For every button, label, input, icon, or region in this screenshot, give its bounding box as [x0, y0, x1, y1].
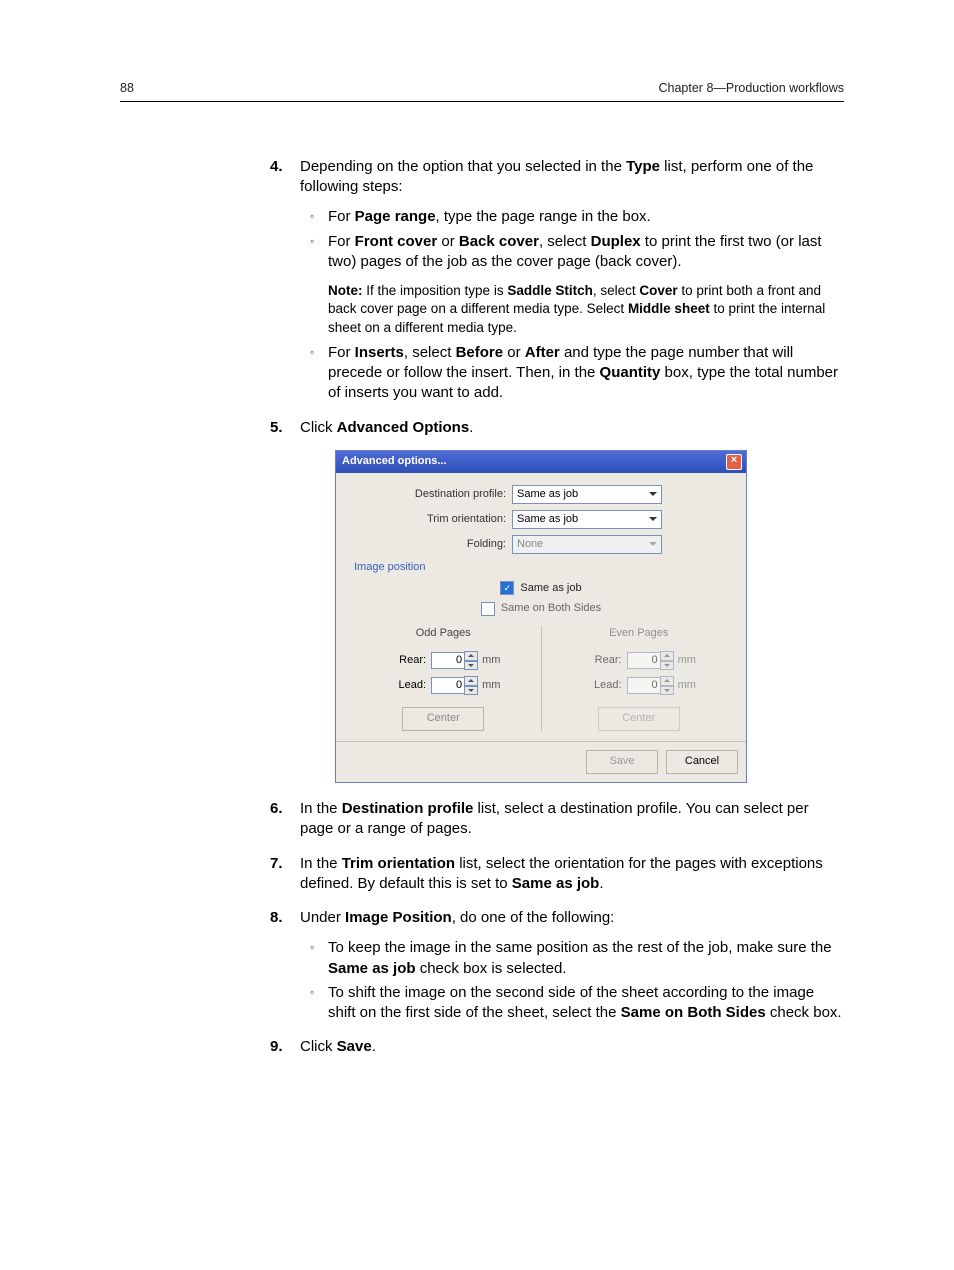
image-position-section: Image position [354, 560, 736, 575]
document-page: 88 Chapter 8—Production workflows 4. Dep… [0, 0, 954, 1270]
step-number: 6. [270, 799, 283, 819]
destination-profile-select[interactable]: Same as job [512, 485, 662, 504]
chevron-down-icon [649, 492, 657, 496]
lead-label: Lead: [386, 678, 426, 693]
rear-label: Rear: [582, 653, 622, 668]
step-6: 6. In the Destination profile list, sele… [300, 799, 844, 840]
even-rear-input: 0 [627, 652, 661, 669]
spinner-buttons [660, 651, 674, 670]
even-pages-column: Even Pages Rear: 0 mm Lead: 0 [542, 626, 737, 731]
page-header: 88 Chapter 8—Production workflows [120, 80, 844, 102]
save-button: Save [586, 750, 658, 774]
chevron-down-icon [649, 517, 657, 521]
folding-select: None [512, 535, 662, 554]
step-text: Depending on the option that you selecte… [300, 158, 813, 195]
step-7: 7. In the Trim orientation list, select … [300, 854, 844, 895]
page-number: 88 [120, 80, 134, 97]
step4-bullet-cover: For Front cover or Back cover, select Du… [328, 232, 844, 337]
spinner-buttons [660, 676, 674, 695]
step4-bullet-inserts: For Inserts, select Before or After and … [328, 343, 844, 404]
chevron-down-icon [649, 542, 657, 546]
even-center-button: Center [598, 707, 680, 731]
step-4: 4. Depending on the option that you sele… [300, 157, 844, 404]
odd-rear-input[interactable]: 0 [431, 652, 465, 669]
spinner-buttons[interactable] [464, 651, 478, 670]
step-number: 4. [270, 157, 283, 177]
step-number: 7. [270, 854, 283, 874]
lead-label: Lead: [582, 678, 622, 693]
odd-lead-input[interactable]: 0 [431, 677, 465, 694]
step8-bullet-same-as-job: To keep the image in the same position a… [328, 938, 844, 979]
close-icon[interactable]: × [726, 454, 742, 470]
odd-center-button: Center [402, 707, 484, 731]
step8-bullet-both-sides: To shift the image on the second side of… [328, 983, 844, 1024]
even-lead-input: 0 [627, 677, 661, 694]
step-5: 5. Click Advanced Options. Advanced opti… [300, 418, 844, 784]
spinner-buttons[interactable] [464, 676, 478, 695]
advanced-options-dialog: Advanced options... × Destination profil… [335, 450, 747, 783]
same-as-job-checkbox-row[interactable]: ✓ Same as job [346, 581, 736, 596]
step-8: 8. Under Image Position, do one of the f… [300, 908, 844, 1023]
checkbox-icon [481, 602, 495, 616]
dialog-title: Advanced options... [342, 454, 447, 469]
step-9: 9. Click Save. [300, 1037, 844, 1057]
same-both-sides-checkbox-row: Same on Both Sides [346, 601, 736, 616]
trim-orientation-select[interactable]: Same as job [512, 510, 662, 529]
destination-profile-label: Destination profile: [346, 487, 512, 502]
rear-label: Rear: [386, 653, 426, 668]
chapter-title: Chapter 8—Production workflows [659, 80, 845, 97]
odd-pages-heading: Odd Pages [416, 626, 471, 641]
checkbox-checked-icon[interactable]: ✓ [500, 581, 514, 595]
folding-label: Folding: [346, 537, 512, 552]
step4-note: Note: If the imposition type is Saddle S… [328, 282, 844, 337]
step-number: 8. [270, 908, 283, 928]
trim-orientation-label: Trim orientation: [346, 512, 512, 527]
dialog-titlebar[interactable]: Advanced options... × [336, 450, 746, 473]
step4-bullet-page-range: For Page range, type the page range in t… [328, 207, 844, 227]
step-number: 9. [270, 1037, 283, 1057]
odd-pages-column: Odd Pages Rear: 0 mm Lead: 0 [346, 626, 542, 731]
step-number: 5. [270, 418, 283, 438]
even-pages-heading: Even Pages [609, 626, 668, 641]
cancel-button[interactable]: Cancel [666, 750, 738, 774]
